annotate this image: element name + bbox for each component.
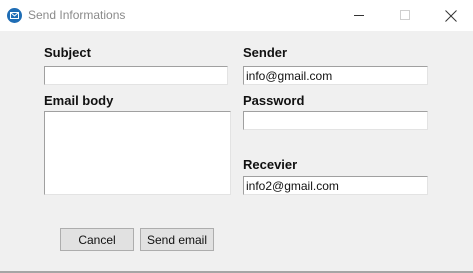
subject-label: Subject — [44, 45, 91, 60]
minimize-icon — [354, 15, 364, 16]
mail-icon — [7, 8, 22, 23]
maximize-button[interactable] — [382, 0, 428, 31]
receiver-label: Recevier — [243, 157, 298, 172]
email-body-label: Email body — [44, 93, 114, 108]
close-icon — [445, 10, 457, 22]
window-title: Send Informations — [28, 8, 126, 22]
maximize-icon — [400, 10, 410, 20]
password-input[interactable] — [243, 111, 428, 130]
send-email-button[interactable]: Send email — [140, 228, 214, 251]
close-button[interactable] — [427, 0, 473, 31]
email-body-input[interactable] — [44, 111, 231, 195]
minimize-button[interactable] — [336, 0, 382, 31]
title-bar: Send Informations — [0, 0, 473, 31]
sender-label: Sender — [243, 45, 288, 60]
receiver-input[interactable] — [243, 176, 428, 195]
password-label: Password — [243, 93, 305, 108]
sender-input[interactable] — [243, 66, 428, 85]
subject-input[interactable] — [44, 66, 228, 85]
cancel-button[interactable]: Cancel — [60, 228, 134, 251]
